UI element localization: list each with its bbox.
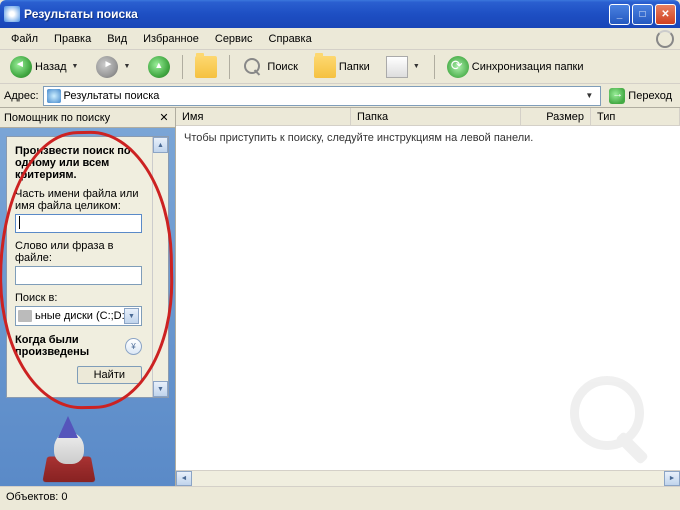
separator: [182, 55, 183, 79]
back-button[interactable]: Назад ▼: [4, 52, 86, 82]
go-label: Переход: [628, 90, 672, 102]
menu-tools[interactable]: Сервис: [208, 31, 260, 47]
horizontal-scrollbar[interactable]: ◄ ►: [176, 470, 680, 486]
filename-label: Часть имени файла или имя файла целиком:: [15, 188, 142, 212]
search-watermark-icon: [570, 376, 660, 466]
up-icon: [148, 56, 170, 78]
forward-button[interactable]: ▼: [90, 52, 138, 82]
when-label: Когда были произведены: [15, 334, 125, 358]
views-icon: [386, 56, 408, 78]
address-label: Адрес:: [4, 90, 39, 102]
sync-icon: [447, 56, 469, 78]
window-title: Результаты поиска: [24, 7, 609, 21]
scroll-track[interactable]: [153, 153, 168, 381]
search-pane: ▲ ▼ Произвести поиск по одному или всем …: [0, 128, 175, 486]
column-headers: Имя Папка Размер Тип: [176, 108, 680, 126]
results-area: Имя Папка Размер Тип Чтобы приступить к …: [176, 108, 680, 486]
toolbar: Назад ▼ ▼ Поиск Папки ▼ Синхронизация па…: [0, 50, 680, 84]
app-icon: [4, 6, 20, 22]
col-name[interactable]: Имя: [176, 108, 351, 125]
separator: [229, 55, 230, 79]
scroll-down-button[interactable]: ▼: [153, 381, 168, 397]
lookin-select[interactable]: ьные диски (C:;D:) ▼: [15, 306, 142, 326]
col-type[interactable]: Тип: [591, 108, 680, 125]
phrase-label: Слово или фраза в файле:: [15, 240, 142, 264]
forward-icon: [96, 56, 118, 78]
lookin-label: Поиск в:: [15, 292, 142, 304]
statusbar: Объектов: 0: [0, 486, 680, 506]
back-icon: [10, 56, 32, 78]
hscroll-right-button[interactable]: ►: [664, 471, 680, 486]
search-icon: [242, 56, 264, 78]
menu-file[interactable]: Файл: [4, 31, 45, 47]
search-heading: Произвести поиск по одному или всем крит…: [15, 145, 142, 181]
views-dropdown-icon[interactable]: ▼: [411, 63, 422, 70]
hscroll-track[interactable]: [192, 471, 664, 486]
sync-label: Синхронизация папки: [472, 61, 584, 73]
search-button[interactable]: Поиск: [236, 52, 303, 82]
hscroll-left-button[interactable]: ◄: [176, 471, 192, 486]
back-label: Назад: [35, 61, 67, 73]
search-mascot-icon: [40, 412, 100, 482]
find-button[interactable]: Найти: [77, 366, 142, 384]
workspace: Помощник по поиску ✕ ▲ ▼ Произвести поис…: [0, 108, 680, 486]
lookin-value: ьные диски (C:;D:): [35, 310, 124, 322]
filename-input[interactable]: [15, 214, 142, 233]
sidepanel-close-button[interactable]: ✕: [157, 111, 171, 125]
address-input[interactable]: Результаты поиска ▼: [43, 86, 602, 106]
address-bar: Адрес: Результаты поиска ▼ Переход: [0, 84, 680, 108]
lookin-dropdown-icon[interactable]: ▼: [124, 308, 139, 324]
menu-view[interactable]: Вид: [100, 31, 134, 47]
when-expander[interactable]: Когда были произведены ¥: [15, 334, 142, 358]
minimize-button[interactable]: _: [609, 4, 630, 25]
folder-shortcut-icon: [195, 56, 217, 78]
go-icon: [609, 88, 625, 104]
sidepanel-header: Помощник по поиску ✕: [0, 108, 175, 128]
drive-icon: [18, 310, 32, 322]
results-hint: Чтобы приступить к поиску, следуйте инст…: [176, 126, 680, 150]
go-button[interactable]: Переход: [605, 87, 676, 105]
status-objects: Объектов: 0: [6, 491, 68, 503]
maximize-button[interactable]: □: [632, 4, 653, 25]
menu-favorites[interactable]: Избранное: [136, 31, 206, 47]
address-icon: [47, 89, 61, 103]
sync-button[interactable]: Синхронизация папки: [441, 52, 590, 82]
phrase-input[interactable]: [15, 266, 142, 285]
menu-edit[interactable]: Правка: [47, 31, 98, 47]
menu-help[interactable]: Справка: [262, 31, 319, 47]
folders-label: Папки: [339, 61, 370, 73]
folders-icon: [314, 56, 336, 78]
search-sidepanel: Помощник по поиску ✕ ▲ ▼ Произвести поис…: [0, 108, 176, 486]
window-controls: _ □ ✕: [609, 4, 676, 25]
separator: [434, 55, 435, 79]
forward-dropdown-icon[interactable]: ▼: [121, 63, 132, 70]
throbber-icon: [654, 28, 676, 50]
address-dropdown-icon[interactable]: ▼: [581, 91, 597, 100]
back-dropdown-icon[interactable]: ▼: [70, 63, 81, 70]
close-button[interactable]: ✕: [655, 4, 676, 25]
menubar: Файл Правка Вид Избранное Сервис Справка: [0, 28, 680, 50]
scroll-up-button[interactable]: ▲: [153, 137, 168, 153]
views-button[interactable]: ▼: [380, 52, 428, 82]
address-value: Результаты поиска: [64, 90, 160, 102]
titlebar[interactable]: Результаты поиска _ □ ✕: [0, 0, 680, 28]
search-label: Поиск: [267, 61, 297, 73]
form-scrollbar[interactable]: ▲ ▼: [152, 137, 168, 397]
sidepanel-title: Помощник по поиску: [4, 112, 157, 124]
up-button[interactable]: [142, 52, 176, 82]
chevron-down-icon[interactable]: ¥: [125, 338, 142, 355]
search-form: ▲ ▼ Произвести поиск по одному или всем …: [6, 136, 169, 398]
col-size[interactable]: Размер: [521, 108, 591, 125]
folders-button[interactable]: Папки: [308, 52, 376, 82]
col-folder[interactable]: Папка: [351, 108, 521, 125]
folders-shortcut-button[interactable]: [189, 52, 223, 82]
